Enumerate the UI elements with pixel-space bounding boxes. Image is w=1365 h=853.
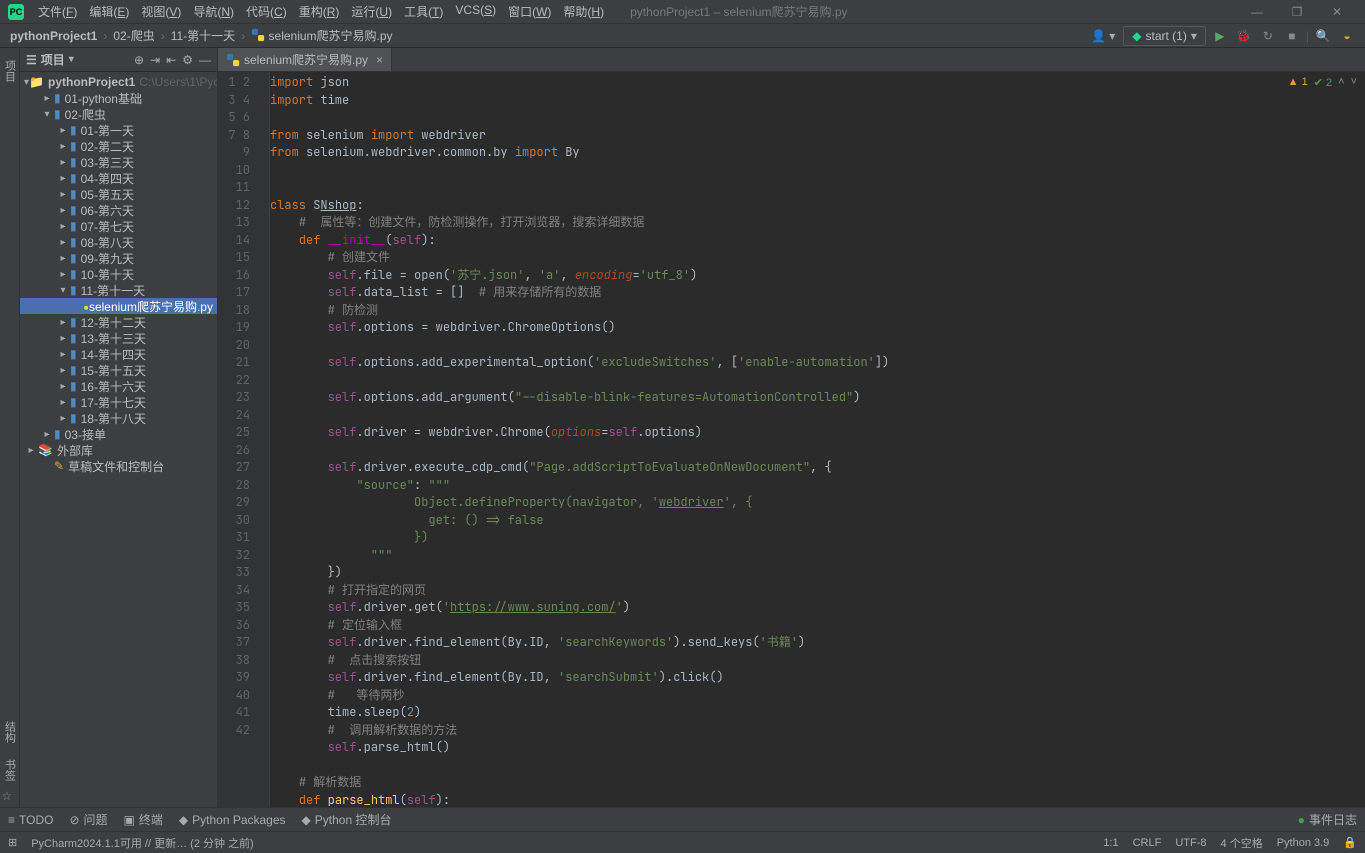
tree-folder[interactable]: ▾▮11-第十一天	[20, 282, 217, 298]
menu-item[interactable]: 重构(R)	[293, 1, 346, 22]
tree-folder[interactable]: ▸▮04-第四天	[20, 170, 217, 186]
interpreter[interactable]: Python 3.9	[1277, 837, 1330, 849]
tree-folder[interactable]: ▸▮08-第八天	[20, 234, 217, 250]
tree-folder[interactable]: ▸▮06-第六天	[20, 202, 217, 218]
tree-folder[interactable]: ▸▮17-第十七天	[20, 394, 217, 410]
tree-folder[interactable]: ▸▮05-第五天	[20, 186, 217, 202]
stop-button[interactable]: ■	[1282, 29, 1302, 43]
menu-item[interactable]: 代码(C)	[240, 1, 293, 22]
menu-item[interactable]: 文件(F)	[32, 1, 83, 22]
tree-folder[interactable]: ▸▮02-第二天	[20, 138, 217, 154]
user-icon[interactable]: 👤 ▾	[1087, 29, 1119, 43]
status-message[interactable]: PyCharm2024.1.1可用 // 更新… (2 分钟 之前)	[31, 835, 254, 851]
breadcrumb-item[interactable]: 11-第十一天	[169, 27, 237, 44]
menu-item[interactable]: 编辑(E)	[83, 1, 135, 22]
inspection-widget[interactable]: ▲ 1 ✔ 2 ˄˅	[1288, 76, 1357, 89]
menubar: PC 文件(F)编辑(E)视图(V)导航(N)代码(C)重构(R)运行(U)工具…	[0, 0, 1365, 24]
menu-item[interactable]: 窗口(W)	[502, 1, 557, 22]
project-view-selector[interactable]: ☰ 项目 ▾	[26, 51, 74, 68]
tree-folder[interactable]: ▸▮12-第十二天	[20, 314, 217, 330]
project-tree[interactable]: ▾📁pythonProject1C:\Users\1\Pycharm▸▮01-p…	[20, 72, 217, 807]
close-button[interactable]: ✕	[1317, 5, 1357, 19]
indent-info[interactable]: 4 个空格	[1221, 835, 1263, 851]
tree-folder[interactable]: ▸▮16-第十六天	[20, 378, 217, 394]
bottom-tool-tabs: ≡ TODO ⊘ 问题 ▣ 终端 ◆ Python Packages ◆ Pyt…	[0, 807, 1365, 831]
tree-folder[interactable]: ▸▮01-python基础	[20, 90, 217, 106]
search-everywhere-button[interactable]: 🔍	[1313, 29, 1333, 43]
tree-folder[interactable]: ▾📁pythonProject1C:\Users\1\Pycharm	[20, 74, 217, 90]
tree-file[interactable]: selenium爬苏宁易购.py	[20, 298, 217, 314]
tree-folder[interactable]: ▸▮15-第十五天	[20, 362, 217, 378]
status-bar: ⊞ PyCharm2024.1.1可用 // 更新… (2 分钟 之前) 1:1…	[0, 831, 1365, 853]
menu-item[interactable]: 视图(V)	[135, 1, 187, 22]
window-title: pythonProject1 – selenium爬苏宁易购.py	[630, 3, 847, 20]
editor-tabs: selenium爬苏宁易购.py ×	[218, 48, 1365, 72]
structure-tool-tab[interactable]: 结构	[2, 713, 18, 751]
left-tool-gutter: 项目 结构 书签 ☆	[0, 48, 20, 807]
debug-button[interactable]: 🐞	[1234, 29, 1254, 43]
breadcrumb-item[interactable]: pythonProject1	[8, 29, 99, 43]
file-encoding[interactable]: UTF-8	[1175, 837, 1206, 849]
menu-item[interactable]: 帮助(H)	[557, 1, 610, 22]
settings-icon[interactable]: ⚙	[182, 53, 193, 67]
ide-update-icon[interactable]: ◒	[1337, 29, 1357, 43]
editor[interactable]: 1 2 3 4 5 6 7 8 9 10 11 12 13 14 15 16 1…	[218, 72, 1365, 807]
problems-tab[interactable]: ⊘ 问题	[69, 811, 107, 828]
lock-icon[interactable]: 🔒	[1343, 836, 1357, 849]
tree-folder[interactable]: ▸▮13-第十三天	[20, 330, 217, 346]
menu-item[interactable]: VCS(S)	[449, 1, 502, 22]
minimize-button[interactable]: ―	[1237, 5, 1277, 19]
tree-folder[interactable]: ▸▮18-第十八天	[20, 410, 217, 426]
tree-folder[interactable]: ▸📚外部库	[20, 442, 217, 458]
cursor-position[interactable]: 1:1	[1103, 837, 1118, 849]
tree-folder[interactable]: ▸▮01-第一天	[20, 122, 217, 138]
tree-folder[interactable]: ▸▮03-接单	[20, 426, 217, 442]
menu-item[interactable]: 运行(U)	[345, 1, 398, 22]
terminal-tab[interactable]: ▣ 终端	[124, 811, 163, 828]
app-logo: PC	[8, 4, 24, 20]
tree-folder[interactable]: ▸▮03-第三天	[20, 154, 217, 170]
tree-folder[interactable]: ▸▮14-第十四天	[20, 346, 217, 362]
project-tool-tab[interactable]: 项目	[2, 52, 18, 90]
python-console-tab[interactable]: ◆ Python 控制台	[302, 811, 392, 828]
editor-tab[interactable]: selenium爬苏宁易购.py ×	[218, 48, 392, 71]
tree-folder[interactable]: ✎草稿文件和控制台	[20, 458, 217, 474]
tree-folder[interactable]: ▸▮10-第十天	[20, 266, 217, 282]
line-separator[interactable]: CRLF	[1133, 837, 1162, 849]
line-numbers: 1 2 3 4 5 6 7 8 9 10 11 12 13 14 15 16 1…	[218, 72, 258, 807]
run-configuration-selector[interactable]: ◆ start (1) ▾	[1123, 26, 1206, 46]
bookmarks-tool-tab[interactable]: 书签	[2, 751, 18, 789]
collapse-all-icon[interactable]: ⇤	[166, 53, 176, 67]
menu-item[interactable]: 工具(T)	[398, 1, 449, 22]
star-icon: ☆	[2, 789, 18, 803]
breadcrumb-item[interactable]: 02-爬虫	[111, 27, 156, 44]
tree-folder[interactable]: ▸▮09-第九天	[20, 250, 217, 266]
run-with-coverage-button[interactable]: ↻	[1258, 29, 1278, 43]
navbar: pythonProject1›02-爬虫›11-第十一天› selenium爬苏…	[0, 24, 1365, 48]
maximize-button[interactable]: ❐	[1277, 5, 1317, 19]
packages-tab[interactable]: ◆ Python Packages	[179, 813, 286, 827]
tool-windows-icon[interactable]: ⊞	[8, 836, 17, 849]
tree-folder[interactable]: ▾▮02-爬虫	[20, 106, 217, 122]
project-sidebar: ☰ 项目 ▾ ⊕ ⇥ ⇤ ⚙ — ▾📁pythonProject1C:\User…	[20, 48, 218, 807]
breadcrumb: pythonProject1›02-爬虫›11-第十一天› selenium爬苏…	[8, 27, 395, 44]
run-button[interactable]: ▶	[1210, 29, 1230, 43]
fold-gutter	[258, 72, 270, 807]
code-area[interactable]: import json import time from selenium im…	[270, 72, 1365, 807]
menu-item[interactable]: 导航(N)	[187, 1, 240, 22]
breadcrumb-item[interactable]: selenium爬苏宁易购.py	[249, 27, 394, 44]
close-tab-icon[interactable]: ×	[376, 53, 383, 67]
tree-folder[interactable]: ▸▮07-第七天	[20, 218, 217, 234]
hide-icon[interactable]: —	[199, 53, 211, 67]
select-opened-file-icon[interactable]: ⊕	[134, 53, 144, 67]
event-log-tab[interactable]: ● 事件日志	[1298, 811, 1357, 828]
expand-all-icon[interactable]: ⇥	[150, 53, 160, 67]
todo-tab[interactable]: ≡ TODO	[8, 813, 53, 827]
